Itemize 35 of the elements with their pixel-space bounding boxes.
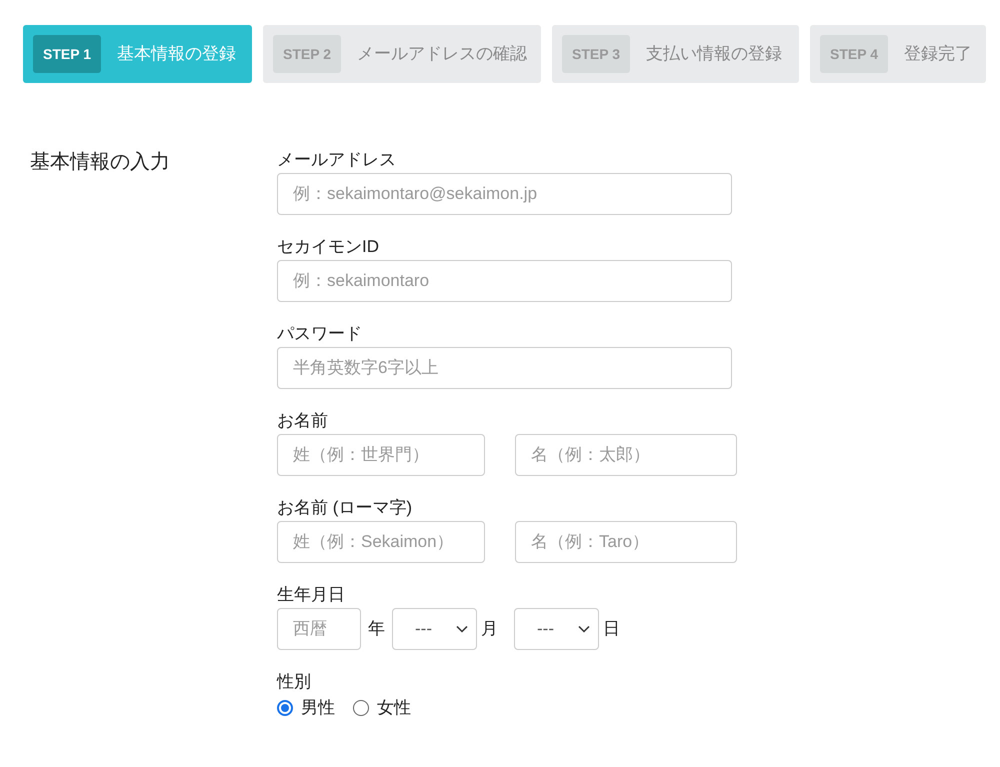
radio-label: 男性: [301, 697, 335, 719]
input-field[interactable]: 姓（例：世界門）: [277, 434, 485, 476]
unit-label: 日: [603, 618, 620, 640]
unit-label: 年: [368, 618, 385, 640]
step-badge: STEP 2: [273, 35, 341, 73]
field-label: セカイモンID: [277, 236, 380, 258]
input-field[interactable]: 名（例：Taro）: [515, 521, 737, 563]
step-label: 登録完了: [904, 43, 972, 66]
radio-button[interactable]: [353, 700, 369, 716]
step-badge: STEP 4: [820, 35, 888, 73]
field-label: パスワード: [277, 323, 363, 345]
year-input[interactable]: 西暦: [277, 608, 361, 650]
step-label: 基本情報の登録: [117, 43, 236, 66]
field-label: 生年月日: [277, 584, 346, 606]
input-field[interactable]: 半角英数字6字以上: [277, 347, 732, 389]
chevron-down-icon: [578, 625, 590, 633]
field-label: メールアドレス: [277, 149, 397, 171]
input-field[interactable]: 例：sekaimontaro@sekaimon.jp: [277, 173, 732, 215]
input-field[interactable]: 姓（例：Sekaimon）: [277, 521, 485, 563]
section-title: 基本情報の入力: [30, 151, 170, 173]
step-badge: STEP 1: [33, 35, 101, 73]
field-label: お名前: [277, 410, 329, 432]
input-field[interactable]: 名（例：太郎）: [515, 434, 737, 476]
step-label: 支払い情報の登録: [646, 43, 782, 66]
radio-button[interactable]: [277, 700, 293, 716]
step-badge: STEP 3: [562, 35, 630, 73]
field-label: 性別: [277, 671, 312, 693]
radio-label: 女性: [377, 697, 411, 719]
step-label: メールアドレスの確認: [357, 43, 527, 66]
field-label: お名前 (ローマ字): [277, 497, 414, 519]
day-select[interactable]: ---: [514, 608, 599, 650]
month-select[interactable]: ---: [392, 608, 477, 650]
input-field[interactable]: 例：sekaimontaro: [277, 260, 732, 302]
unit-label: 月: [481, 618, 498, 640]
chevron-down-icon: [456, 625, 468, 633]
